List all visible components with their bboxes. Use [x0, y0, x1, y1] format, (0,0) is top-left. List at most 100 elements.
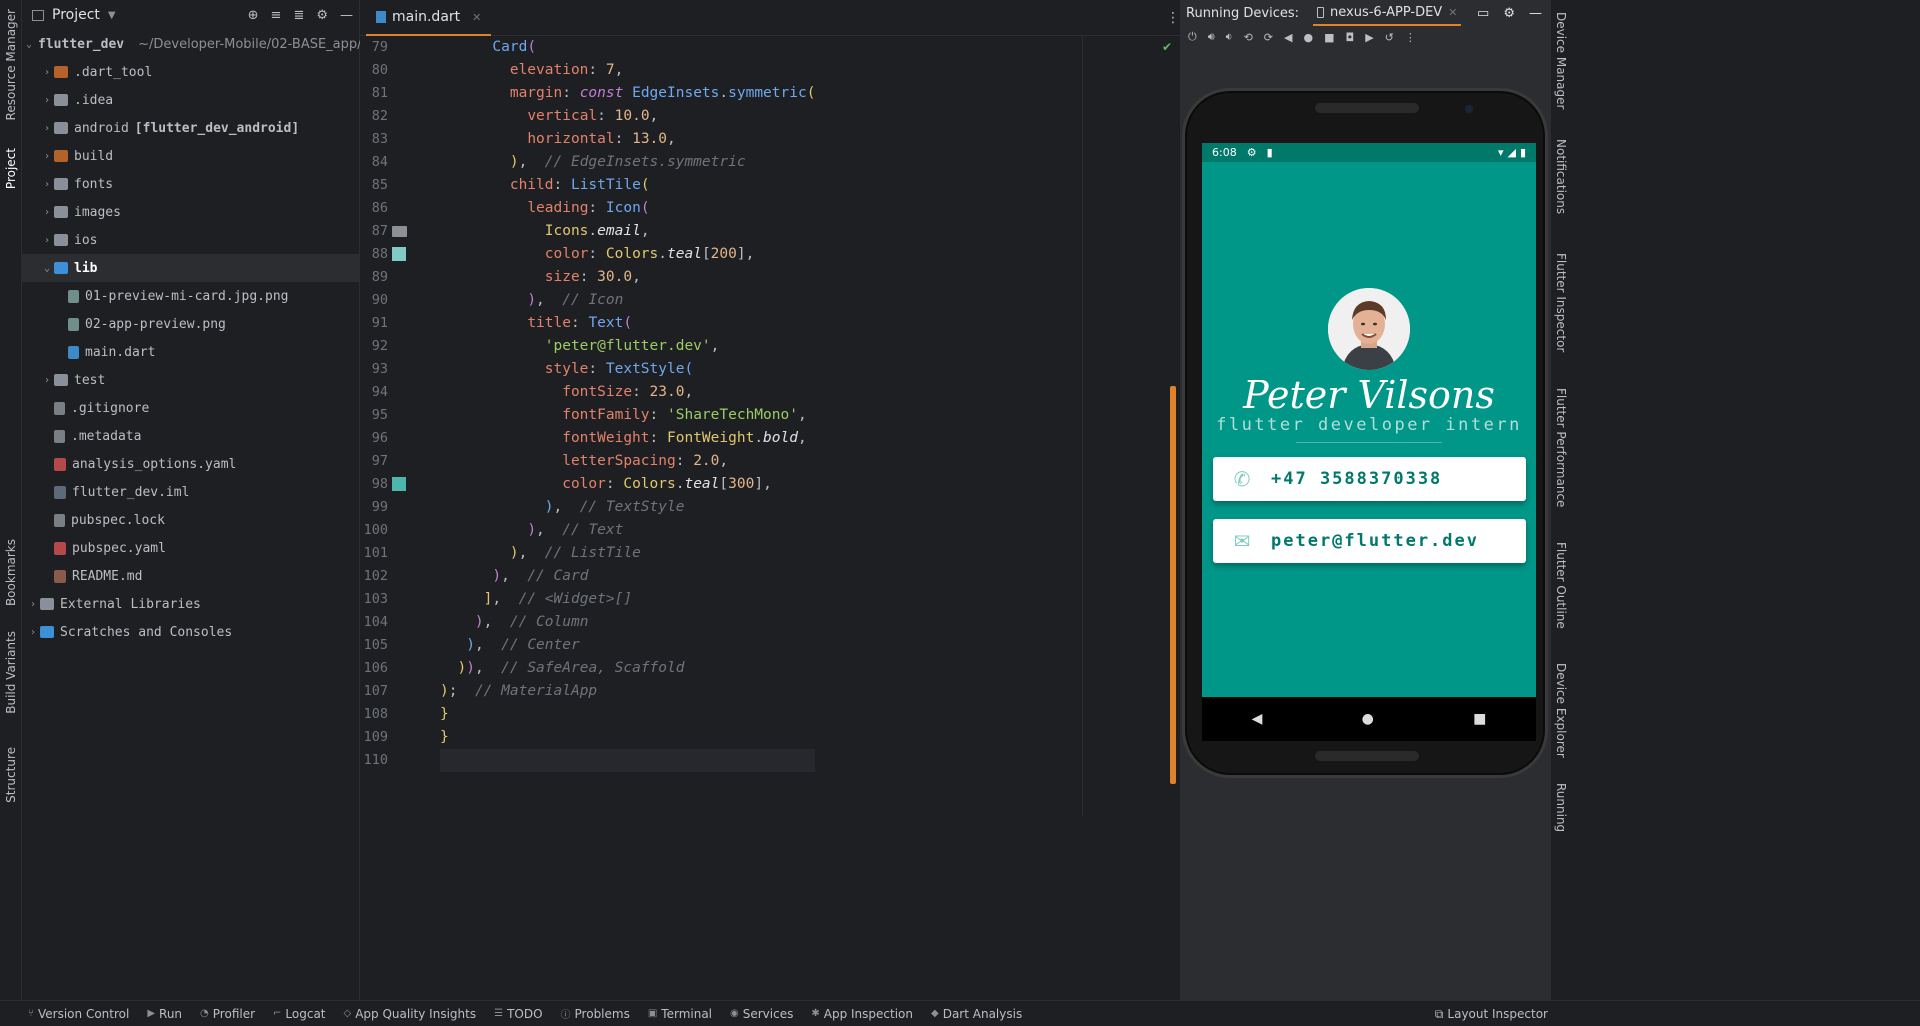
chevron-right-icon[interactable]: › [40, 179, 54, 190]
tool-tab-flutter-inspector[interactable]: Flutter Inspector [1551, 244, 1571, 362]
terminal-button[interactable]: ▣ Terminal [648, 1007, 712, 1021]
tree-item[interactable]: › images [22, 198, 359, 226]
services-button[interactable]: ◉ Services [730, 1007, 793, 1021]
code-editor[interactable]: 79 80 81 82 83 84 85 86 87 88 89 90 91 92 93 94 95 96 97 98… [360, 36, 1180, 986]
chevron-right-icon[interactable]: › [40, 67, 54, 78]
close-icon[interactable]: ✕ [472, 11, 481, 24]
tree-item[interactable]: › .idea [22, 86, 359, 114]
window-icon[interactable]: ▭ [1477, 6, 1489, 21]
tool-tab-running[interactable]: Running [1551, 778, 1571, 838]
email-card[interactable]: ✉ peter@flutter.dev [1213, 519, 1526, 563]
run-button[interactable]: ▶ Run [147, 1007, 182, 1021]
code-line[interactable]: ], // <Widget>[] [440, 588, 815, 611]
home-icon[interactable]: ● [1303, 31, 1313, 44]
code-line[interactable]: ), // Center [440, 634, 815, 657]
chevron-right-icon[interactable]: › [40, 207, 54, 218]
code-line[interactable]: fontFamily: 'ShareTechMono', [440, 404, 815, 427]
code-line[interactable]: fontSize: 23.0, [440, 381, 815, 404]
tree-item[interactable]: › fonts [22, 170, 359, 198]
tool-tab-flutter-outline[interactable]: Flutter Outline [1551, 530, 1571, 640]
power-icon[interactable]: ⏻ [1188, 30, 1197, 44]
tree-item[interactable]: pubspec.yaml [22, 534, 359, 562]
screen-record-icon[interactable]: ▶ [1365, 31, 1373, 44]
chevron-right-icon[interactable]: › [40, 151, 54, 162]
dart-analysis-button[interactable]: ◆ Dart Analysis [931, 1007, 1022, 1021]
code-line[interactable] [440, 749, 816, 772]
chevron-down-icon[interactable]: ⌄ [40, 263, 54, 274]
code-line[interactable]: child: ListTile( [440, 174, 815, 197]
editor-scrollbar[interactable] [1170, 386, 1176, 784]
more-options-icon[interactable]: ⋮ [1405, 31, 1416, 44]
code-line[interactable]: ), // TextStyle [440, 496, 815, 519]
chevron-down-icon[interactable]: ⌄ [26, 39, 32, 50]
tree-item[interactable]: flutter_dev.iml [22, 478, 359, 506]
color-swatch[interactable] [392, 247, 406, 261]
tool-tab-build-variants[interactable]: Build Variants [0, 622, 22, 722]
phone-card[interactable]: ✆ +47 3588370338 [1213, 457, 1526, 501]
code-line[interactable]: color: Colors.teal[200], [440, 243, 815, 266]
reset-icon[interactable]: ↺ [1385, 31, 1394, 44]
tree-item[interactable]: pubspec.lock [22, 506, 359, 534]
phone-screen[interactable]: 6:08 ⚙ ▮ ▾ ◢ ▮ Peter Vilsons flutter dev… [1202, 143, 1536, 697]
code-line[interactable]: ), // Column [440, 611, 815, 634]
code-line[interactable]: horizontal: 13.0, [440, 128, 815, 151]
rotate-right-icon[interactable]: ⟳ [1264, 31, 1273, 44]
tree-item[interactable]: › Scratches and Consoles [22, 618, 359, 646]
code-line[interactable]: style: TextStyle( [440, 358, 815, 381]
code-line[interactable]: ), // Card [440, 565, 815, 588]
code-line[interactable]: vertical: 10.0, [440, 105, 815, 128]
tool-tab-bookmarks[interactable]: Bookmarks [0, 536, 22, 610]
code-line[interactable]: color: Colors.teal[300], [440, 473, 815, 496]
code-line[interactable]: Icons.email, [440, 220, 815, 243]
code-line[interactable]: 'peter@flutter.dev', [440, 335, 815, 358]
chevron-right-icon[interactable]: › [26, 599, 40, 610]
chevron-right-icon[interactable]: › [26, 627, 40, 638]
tree-item[interactable]: › build [22, 142, 359, 170]
expand-all-icon[interactable]: ≡ [271, 8, 282, 23]
code-line[interactable]: } [440, 703, 815, 726]
chevron-right-icon[interactable]: › [40, 235, 54, 246]
volume-down-icon[interactable]: 🔉︎ [1226, 30, 1233, 44]
collapse-all-icon[interactable]: ≣ [293, 8, 304, 23]
chevron-right-icon[interactable]: › [40, 123, 54, 134]
more-options-icon[interactable]: ⋮ [1166, 10, 1180, 26]
volume-up-icon[interactable]: 🔊︎ [1208, 30, 1215, 44]
chevron-right-icon[interactable]: › [40, 375, 54, 386]
gear-icon[interactable]: ⚙ [1503, 6, 1515, 21]
tree-item[interactable]: ⌄ flutter_dev ~/Developer-Mobile/02-BASE_a… [22, 30, 362, 58]
tree-item[interactable]: ⌄ lib [22, 254, 359, 282]
locate-icon[interactable]: ⊕ [248, 8, 259, 23]
device-tab[interactable]: nexus-6-APP-DEV ✕ [1313, 0, 1462, 26]
minimize-icon[interactable]: — [1529, 6, 1542, 21]
nav-overview-icon[interactable]: ■ [1473, 711, 1486, 727]
tree-item[interactable]: › test [22, 366, 359, 394]
todo-button[interactable]: ☰ TODO [494, 1007, 542, 1021]
tool-tab-project[interactable]: Project [0, 138, 22, 200]
code-line[interactable]: )), // SafeArea, Scaffold [440, 657, 815, 680]
code-line[interactable]: ), // Text [440, 519, 815, 542]
tree-item[interactable]: main.dart [22, 338, 359, 366]
tool-tab-device-explorer[interactable]: Device Explorer [1551, 656, 1571, 764]
tree-item[interactable]: › android [flutter_dev_android] [22, 114, 359, 142]
code-line[interactable]: ), // ListTile [440, 542, 815, 565]
code-line[interactable]: Card( [440, 36, 815, 59]
code-line[interactable]: leading: Icon( [440, 197, 815, 220]
tab-main-dart[interactable]: main.dart ✕ [366, 0, 492, 36]
code-line[interactable]: size: 30.0, [440, 266, 815, 289]
chevron-right-icon[interactable]: › [40, 95, 54, 106]
version-control-button[interactable]: ⑂ Version Control [28, 1007, 129, 1021]
tree-item[interactable]: › External Libraries [22, 590, 359, 618]
tree-item[interactable]: .metadata [22, 422, 359, 450]
tool-tab-flutter-performance[interactable]: Flutter Performance [1551, 380, 1571, 516]
logcat-button[interactable]: ⌐ Logcat [273, 1007, 325, 1021]
chevron-down-icon[interactable]: ▼ [108, 10, 116, 21]
code-content[interactable]: Card( elevation: 7, margin: const EdgeIn… [440, 36, 816, 772]
tool-tab-device-manager[interactable]: Device Manager [1551, 8, 1571, 114]
tree-item[interactable]: 01-preview-mi-card.jpg.png [22, 282, 359, 310]
screenshot-icon[interactable]: ◘ [1346, 31, 1355, 44]
problems-button[interactable]: ⓘ Problems [561, 1006, 630, 1022]
tree-item[interactable]: › ios [22, 226, 359, 254]
code-line[interactable]: letterSpacing: 2.0, [440, 450, 815, 473]
tree-item[interactable]: .gitignore [22, 394, 359, 422]
app-quality-button[interactable]: ◇ App Quality Insights [344, 1007, 477, 1021]
